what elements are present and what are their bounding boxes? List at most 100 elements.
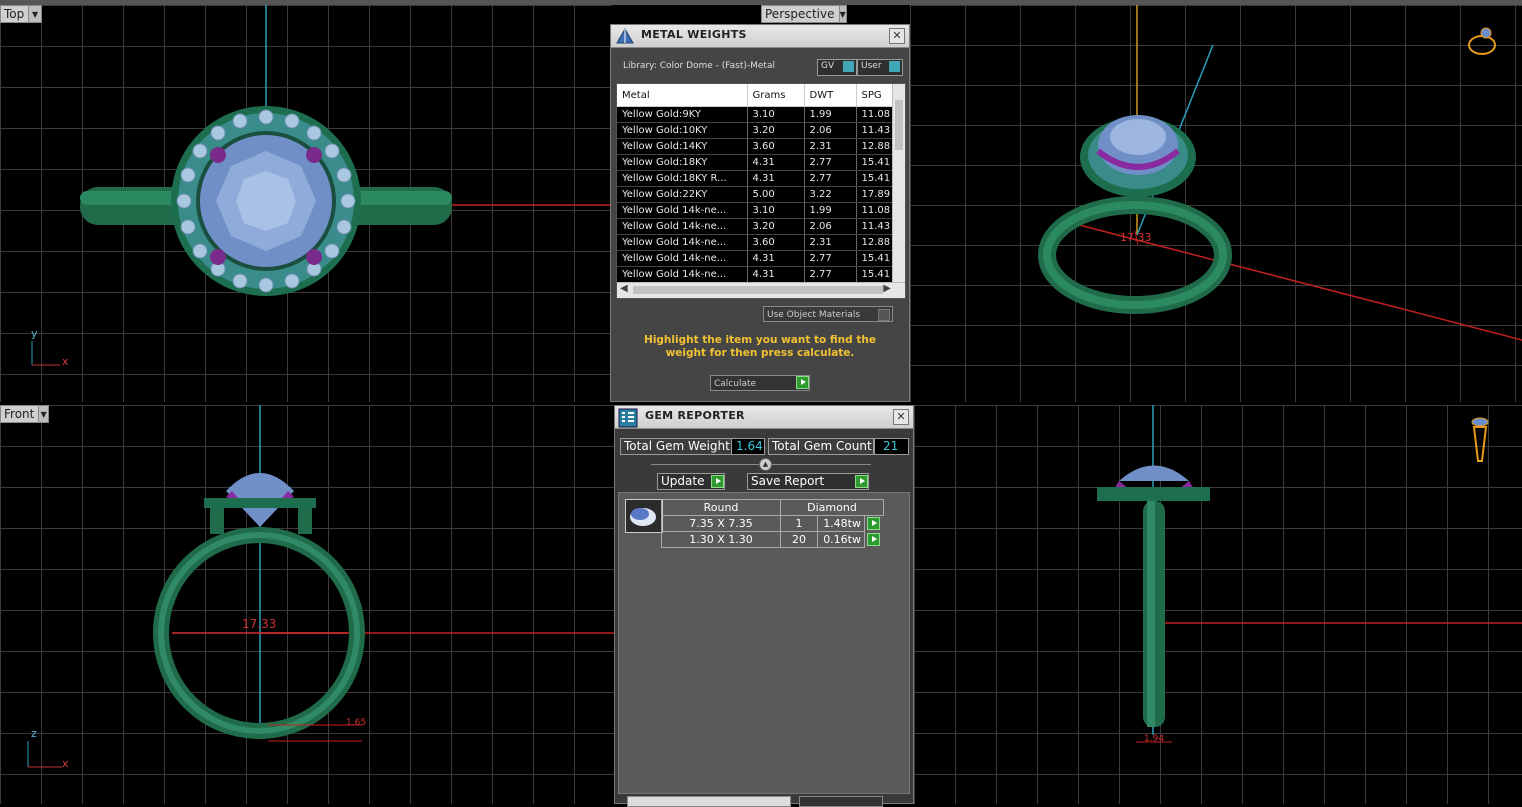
cell-dwt: 2.77 (804, 170, 857, 187)
table-row[interactable]: Yellow Gold:22KY 5.00 3.22 17.89 (617, 186, 897, 203)
col-grams[interactable]: Grams (747, 84, 805, 107)
gem-reporter-panel: GEM REPORTER ✕ Total Gem Weight 1.64 Tot… (614, 405, 914, 807)
cell-grams: 3.60 (747, 138, 805, 155)
scroll-right-icon[interactable]: ▶ (883, 283, 891, 294)
right-small-measure: 1.94 (1144, 734, 1165, 744)
cell-metal: Yellow Gold:22KY (617, 186, 748, 203)
viewport-top[interactable]: y x Top ▼ (0, 5, 612, 402)
table-row[interactable]: Yellow Gold:10KY 3.20 2.06 11.43 (617, 122, 897, 139)
table-row[interactable]: 7.35 X 7.35 1 1.48tw (661, 515, 901, 532)
gem-row-arrow-icon[interactable] (867, 517, 880, 530)
scroll-thumb[interactable] (895, 100, 903, 150)
table-row[interactable]: Yellow Gold:18KY 4.31 2.77 15.41 (617, 154, 897, 171)
viewport-front[interactable]: 17.33 1.65 z x Front ▼ (0, 405, 614, 804)
cell-grams: 4.31 (747, 170, 805, 187)
cell-grams: 3.60 (747, 234, 805, 251)
cell-spg: 15.41 (856, 266, 897, 283)
cell-dwt: 1.99 (804, 202, 857, 219)
calculate-arrow-icon[interactable] (796, 376, 809, 389)
toggle-indicator-icon (878, 309, 890, 321)
axis-z-label: z (31, 727, 37, 740)
cell-spg: 12.88 (856, 138, 897, 155)
close-icon[interactable]: ✕ (889, 28, 905, 44)
table-row[interactable]: Yellow Gold:9KY 3.10 1.99 11.08 (617, 106, 897, 123)
front-view-model (27, 405, 614, 768)
metal-table[interactable]: Metal Grams DWT SPG Yellow Gold:9KY 3.10 1… (616, 83, 906, 299)
gem-size: 1.30 X 1.30 (661, 531, 781, 548)
cell-metal: Yellow Gold 14k-ne... (617, 234, 748, 251)
gem-weight: 0.16tw (817, 531, 865, 548)
cell-dwt: 2.77 (804, 266, 857, 283)
table-row[interactable]: Yellow Gold:14KY 3.60 2.31 12.88 (617, 138, 897, 155)
viewport-right[interactable]: 1.94 (914, 405, 1522, 804)
table-row[interactable]: Yellow Gold 14k-ne... 4.31 2.77 15.41 (617, 250, 897, 267)
user-toggle[interactable]: User (857, 59, 903, 76)
table-row[interactable]: Yellow Gold 14k-ne... 4.31 2.77 15.41 (617, 266, 897, 283)
viewport-perspective-label[interactable]: Perspective ▼ (761, 5, 847, 23)
round-gem-icon (630, 508, 656, 526)
cell-dwt: 2.77 (804, 154, 857, 171)
viewport-perspective[interactable]: 17.33 (910, 5, 1522, 402)
perspective-measure: 17.33 (1120, 231, 1152, 244)
vertical-scrollbar[interactable] (892, 84, 905, 282)
gv-label: GV (821, 61, 835, 71)
gem-reporter-title: GEM REPORTER (645, 409, 745, 422)
gem-count: 20 (780, 531, 818, 548)
right-view-model (1097, 405, 1522, 743)
h-scroll-thumb[interactable] (633, 286, 883, 294)
instruction-text: Highlight the item you want to find the … (644, 334, 876, 359)
user-indicator-icon (889, 61, 900, 72)
cell-metal: Yellow Gold:9KY (617, 106, 748, 123)
gem-count: 1 (780, 515, 818, 532)
gem-shape-thumbnail[interactable] (625, 499, 663, 533)
perspective-view-model (1038, 5, 1522, 341)
collapse-icon[interactable]: ▲ (759, 458, 772, 471)
bottom-button[interactable] (799, 796, 883, 807)
metal-weights-panel: METAL WEIGHTS ✕ Library: Color Dome - (F… (610, 24, 910, 402)
axis-x-label: x (62, 757, 69, 770)
metal-weights-titlebar[interactable]: METAL WEIGHTS ✕ (611, 25, 909, 48)
viewport-top-label[interactable]: Top ▼ (0, 5, 42, 23)
table-row[interactable]: Yellow Gold 14k-ne... 3.20 2.06 11.43 (617, 218, 897, 235)
material-label: Diamond (807, 501, 857, 514)
cell-metal: Yellow Gold:18KY R... (617, 170, 748, 187)
bottom-dropdown[interactable] (627, 796, 791, 807)
axis-y-label: y (31, 327, 38, 340)
table-row[interactable]: 1.30 X 1.30 20 0.16tw (661, 531, 901, 548)
calculate-button[interactable]: Calculate (710, 375, 810, 391)
chevron-down-icon[interactable]: ▼ (28, 6, 41, 22)
chevron-down-icon[interactable]: ▼ (38, 406, 48, 422)
cell-metal: Yellow Gold 14k-ne... (617, 218, 748, 235)
scale-icon (614, 27, 636, 45)
gem-reporter-titlebar[interactable]: GEM REPORTER ✕ (615, 406, 913, 429)
table-row[interactable]: Yellow Gold 14k-ne... 3.60 2.31 12.88 (617, 234, 897, 251)
cell-grams: 4.31 (747, 250, 805, 267)
table-row[interactable]: Yellow Gold 14k-ne... 3.10 1.99 11.08 (617, 202, 897, 219)
gem-row-arrow-icon[interactable] (867, 533, 880, 546)
col-spg[interactable]: SPG (856, 84, 897, 107)
horizontal-scrollbar[interactable]: ◀ ▶ (617, 282, 905, 298)
chevron-down-icon[interactable]: ▼ (838, 6, 846, 22)
save-report-arrow-icon[interactable] (855, 475, 868, 488)
close-icon[interactable]: ✕ (893, 409, 909, 425)
cell-spg: 11.43 (856, 218, 897, 235)
gv-toggle[interactable]: GV (817, 59, 857, 76)
table-row[interactable]: Yellow Gold:18KY R... 4.31 2.77 15.41 (617, 170, 897, 187)
use-object-materials-button[interactable]: Use Object Materials (763, 306, 893, 322)
update-arrow-icon[interactable] (711, 475, 724, 488)
view-cube-icon[interactable] (1468, 417, 1492, 467)
col-metal[interactable]: Metal (617, 84, 748, 107)
cell-metal: Yellow Gold 14k-ne... (617, 266, 748, 283)
cell-spg: 15.41 (856, 250, 897, 267)
gem-list-area: Round Diamond 7.35 X 7.35 1 1.48tw 1.30 … (618, 492, 910, 794)
scroll-left-icon[interactable]: ◀ (620, 283, 628, 294)
col-dwt[interactable]: DWT (804, 84, 857, 107)
library-label: Library: Color Dome - (Fast)-Metal (623, 61, 775, 71)
ring-icon[interactable] (1466, 23, 1502, 59)
cell-metal: Yellow Gold 14k-ne... (617, 250, 748, 267)
viewport-front-label[interactable]: Front ▼ (0, 405, 49, 423)
cell-dwt: 2.31 (804, 138, 857, 155)
save-report-button[interactable]: Save Report (747, 473, 869, 490)
gem-shape-header: Round (661, 499, 781, 516)
cell-spg: 17.89 (856, 186, 897, 203)
